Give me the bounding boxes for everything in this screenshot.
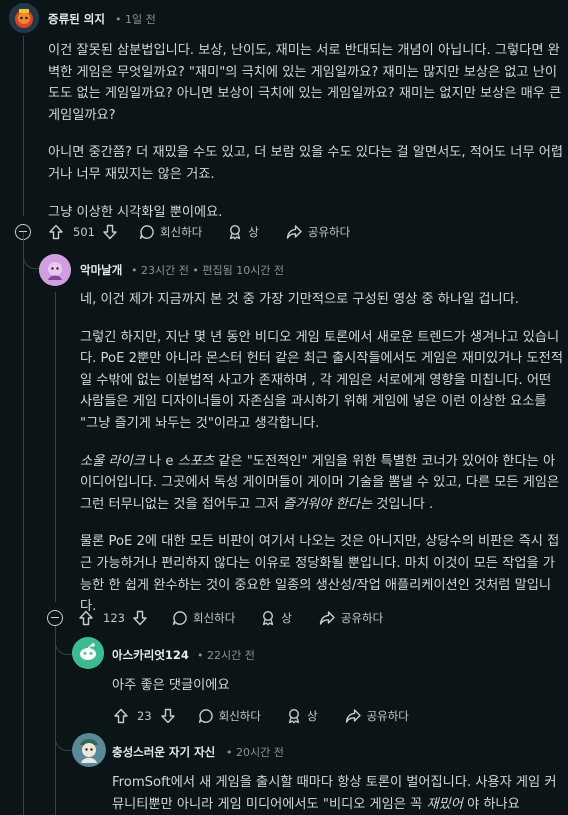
thread-line-c2: [55, 292, 56, 602]
share-label: 공유하다: [307, 225, 351, 239]
avatar-image: [39, 254, 71, 286]
avatar-image: [72, 733, 106, 767]
comment-meta: • 1일 전: [115, 11, 156, 27]
comment-meta: • 22시간 전: [197, 647, 255, 663]
thread-connector: [55, 634, 72, 655]
downvote-icon: [133, 610, 147, 626]
share-button[interactable]: 공유하다: [344, 707, 409, 725]
comment-icon: [139, 225, 154, 239]
comment-body: 네, 이건 제가 지금까지 본 것 중 가장 기만적으로 구성된 영상 중 하나…: [80, 289, 566, 634]
username[interactable]: 악마날개: [80, 262, 122, 278]
award-button[interactable]: 상: [285, 707, 318, 725]
emphasis-text: 스포츠: [177, 453, 215, 469]
avatar-image: [9, 3, 39, 33]
comment-body: 아주 좋은 댓글이에요: [112, 675, 562, 697]
username[interactable]: 아스카리엇124: [112, 647, 189, 663]
share-button[interactable]: 공유하다: [318, 609, 383, 627]
avatar[interactable]: [9, 3, 39, 33]
vote-count: 123: [103, 611, 125, 625]
collapse-icon[interactable]: [47, 610, 63, 626]
upvote-icon: [114, 708, 128, 724]
comment-body: 이건 잘못된 삼분법입니다. 보상, 난이도, 재미는 서로 반대되는 개념이 …: [48, 40, 564, 239]
share-label: 공유하다: [366, 709, 409, 723]
share-icon: [345, 709, 361, 723]
thread-connector: [23, 248, 40, 269]
downvote-icon: [103, 224, 117, 240]
comment-paragraph: 그렇긴 하지만, 지난 몇 년 동안 비디오 게임 토론에서 새로운 트렌드가 …: [80, 329, 563, 431]
paragraph-text: 것입니다 .: [372, 496, 434, 512]
dot-separator: •: [131, 264, 141, 277]
award-label: 상: [281, 611, 292, 625]
award-icon: [263, 610, 274, 626]
reply-button[interactable]: 회신하다: [138, 223, 202, 241]
emphasis-text: 즐거워야 한다는: [282, 496, 373, 512]
action-bar: 23 회신하다 상 공유하다: [112, 705, 409, 727]
emphasis-text: 재밌어: [426, 796, 463, 812]
dot-separator: •: [115, 13, 125, 26]
username[interactable]: 충성스러운 자기 자신: [112, 744, 215, 760]
paragraph-text: 야 하나요: [462, 796, 520, 812]
award-button[interactable]: 상: [226, 223, 259, 241]
comment-meta: • 20시간 전: [226, 744, 284, 760]
reply-label: 회신하다: [192, 611, 236, 625]
avatar[interactable]: [39, 254, 71, 286]
comment-body: FromSoft에서 새 게임을 출시할 때마다 항상 토론이 벌어집니다. 사…: [112, 772, 564, 815]
avatar[interactable]: [72, 733, 106, 767]
comment-paragraph: 아니면 중간쯤? 더 재밌을 수도 있고, 더 보람 있을 수도 있다는 걸 알…: [48, 145, 564, 182]
comment-meta: • 23시간 전 • 편집됨 10시간 전: [131, 262, 284, 278]
comment-paragraph: FromSoft에서 새 게임을 출시할 때마다 항상 토론이 벌어집니다. 사…: [112, 772, 564, 815]
vote-count: 23: [137, 709, 152, 723]
timestamp: 23시간 전: [141, 264, 189, 277]
thread-line-c2-children: [55, 626, 56, 815]
reply-label: 회신하다: [159, 225, 203, 239]
award-label: 상: [248, 225, 259, 239]
edited-timestamp: 편집됨 10시간 전: [202, 264, 285, 277]
paragraph-text: 나 e: [144, 453, 178, 469]
award-icon: [230, 224, 241, 240]
upvote-icon: [79, 610, 93, 626]
upvote-button[interactable]: [47, 223, 65, 241]
reply-button[interactable]: 회신하다: [197, 707, 261, 725]
comment-icon: [172, 611, 187, 625]
downvote-button[interactable]: [131, 609, 149, 627]
thread-connector: [55, 730, 72, 751]
downvote-button[interactable]: [101, 223, 119, 241]
timestamp: 20시간 전: [236, 746, 284, 759]
award-icon: [288, 708, 300, 724]
share-icon: [319, 611, 335, 625]
comment-icon: [198, 709, 213, 723]
share-label: 공유하다: [340, 611, 384, 625]
award-button[interactable]: 상: [259, 609, 292, 627]
comment-paragraph: 물론 PoE 2에 대한 모든 비판이 여기서 나오는 것은 아니지만, 상당수…: [80, 534, 560, 615]
upvote-button[interactable]: [112, 707, 130, 725]
thread-line-c1: [23, 36, 24, 216]
reply-label: 회신하다: [218, 709, 261, 723]
vote-count: 501: [73, 225, 95, 239]
share-button[interactable]: 공유하다: [285, 223, 350, 241]
upvote-icon: [49, 224, 63, 240]
username[interactable]: 증류된 의지: [48, 11, 105, 27]
reply-button[interactable]: 회신하다: [171, 609, 235, 627]
dot-separator: •: [226, 746, 236, 759]
action-bar: 123 회신하다 상 공유하다: [77, 607, 383, 629]
share-icon: [286, 225, 302, 239]
comment-paragraph: 네, 이건 제가 지금까지 본 것 중 가장 기만적으로 구성된 영상 중 하나…: [80, 292, 519, 307]
comment-paragraph: 이건 잘못된 삼분법입니다. 보상, 난이도, 재미는 서로 반대되는 개념이 …: [48, 43, 562, 123]
dot-separator: •: [188, 264, 203, 277]
comment-paragraph: 아주 좋은 댓글이에요: [112, 678, 230, 693]
dot-separator: •: [197, 649, 207, 662]
upvote-button[interactable]: [77, 609, 95, 627]
downvote-icon: [160, 708, 175, 724]
action-bar: 501 회신하다 상 공유하다: [47, 221, 350, 243]
comment-paragraph: 그냥 이상한 시각화일 뿐이에요.: [48, 204, 223, 220]
timestamp: 22시간 전: [207, 649, 255, 662]
avatar-image: [72, 637, 104, 669]
timestamp: 1일 전: [125, 13, 156, 26]
downvote-button[interactable]: [159, 707, 177, 725]
avatar[interactable]: [72, 637, 104, 669]
emphasis-text: 소울 라이크: [80, 453, 145, 469]
thread-line-root: [23, 232, 24, 815]
comment-paragraph: 소울 라이크 나 e 스포츠 같은 "도전적인" 게임을 위한 특별한 코너가 …: [80, 451, 566, 516]
award-label: 상: [306, 709, 318, 723]
